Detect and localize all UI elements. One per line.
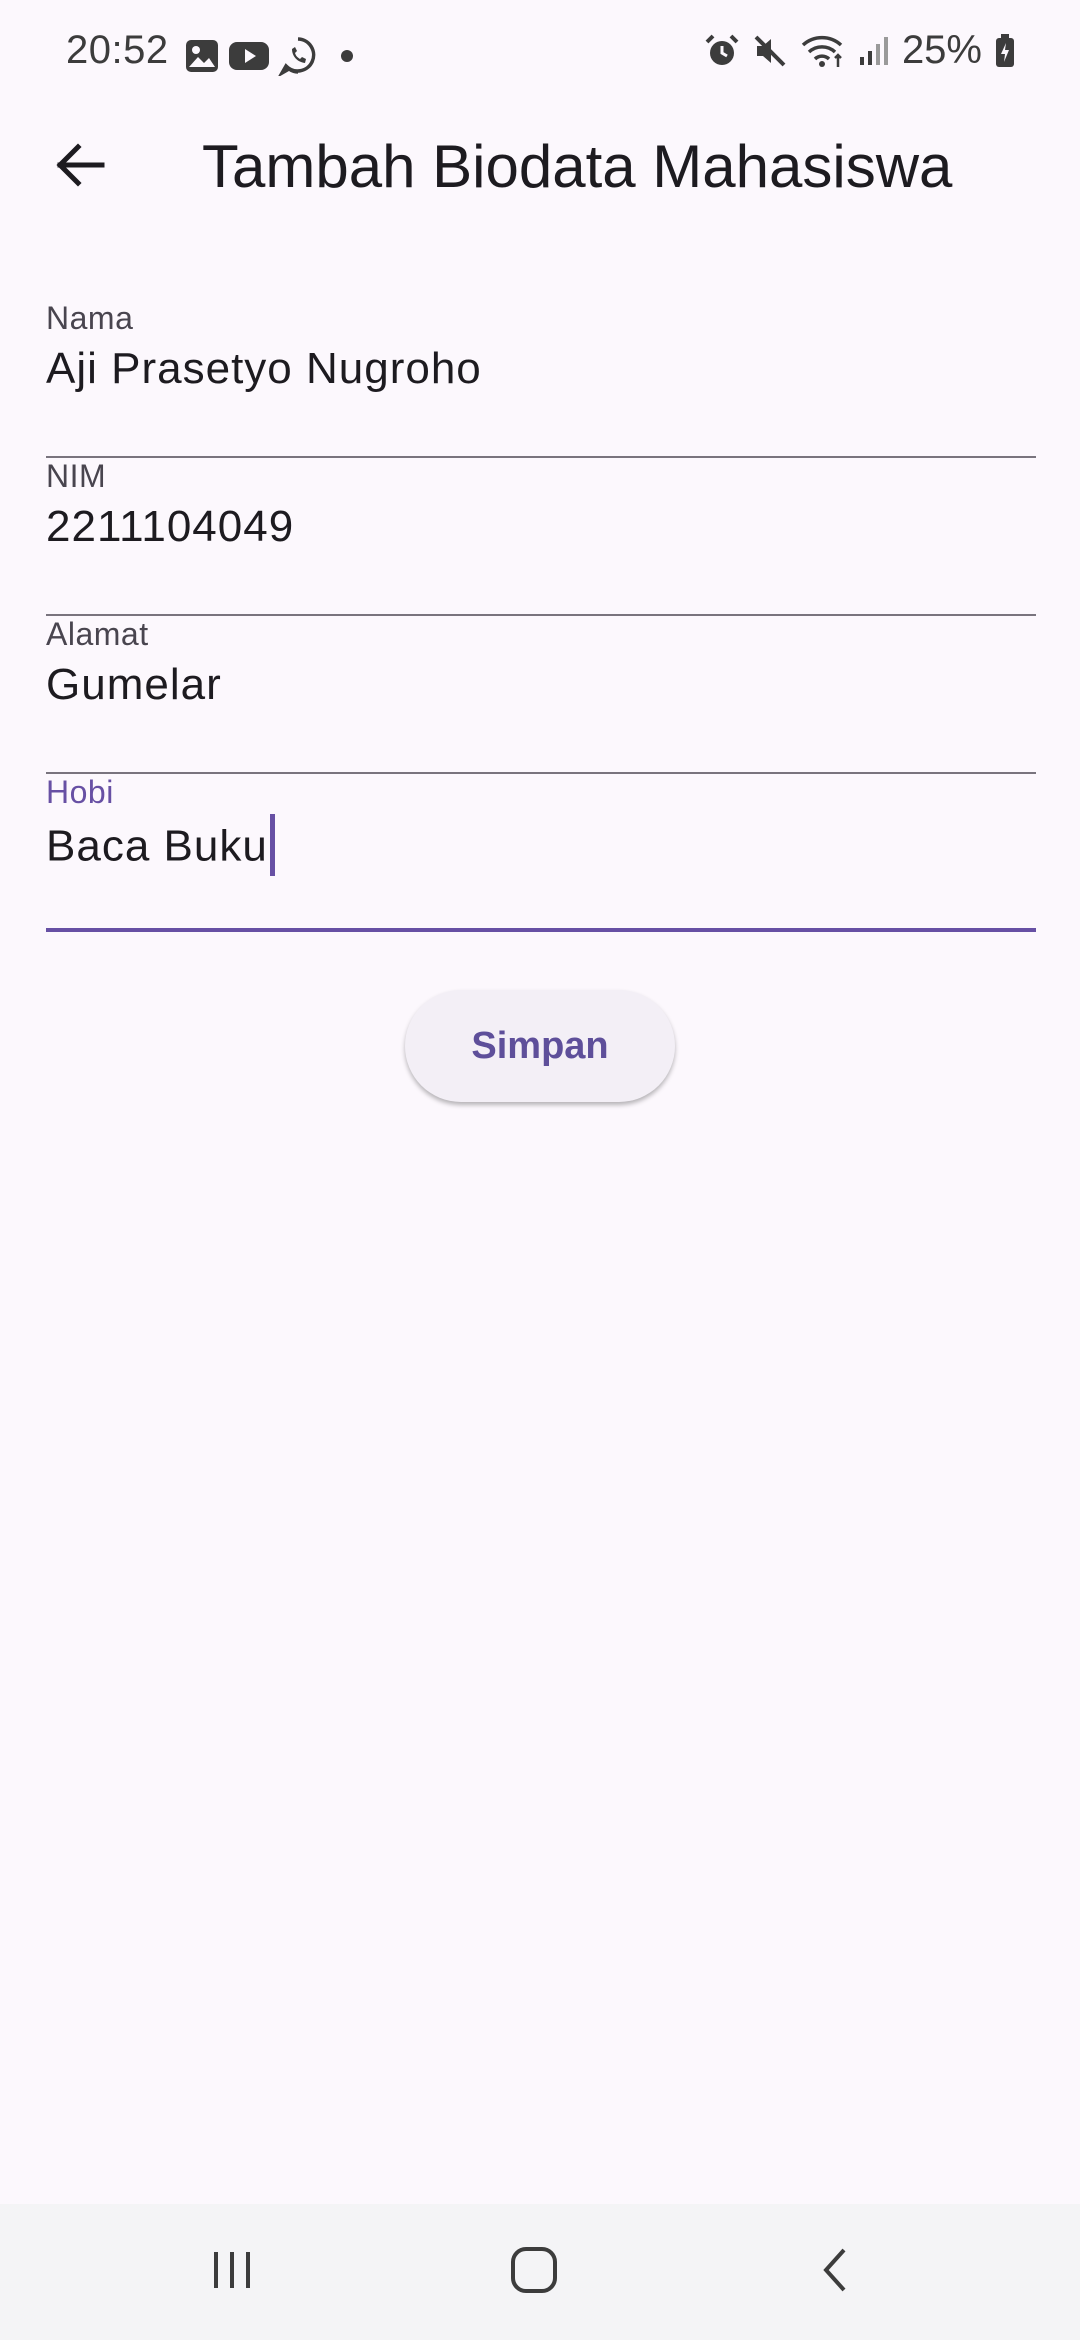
gallery-icon <box>184 38 220 74</box>
text-cursor <box>269 814 275 876</box>
system-nav-bar <box>0 2204 1080 2340</box>
back-icon <box>812 2246 860 2299</box>
signal-icon <box>858 33 890 69</box>
nim-field[interactable]: NIM 2211104049 <box>46 458 1036 616</box>
nama-field[interactable]: Nama Aji Prasetyo Nugroho <box>46 300 1036 458</box>
battery-percentage: 25% <box>901 28 982 72</box>
recents-icon <box>208 2246 256 2299</box>
hobi-input-wrapper[interactable]: Baca Buku <box>46 814 275 880</box>
alarm-icon <box>704 33 740 69</box>
hobi-underline <box>46 928 1036 932</box>
arrow-back-icon <box>54 139 106 196</box>
recents-button[interactable] <box>172 2224 292 2320</box>
nim-label: NIM <box>46 458 107 494</box>
alamat-input[interactable]: Gumelar <box>46 660 222 710</box>
page-title: Tambah Biodata Mahasiswa <box>202 133 953 200</box>
home-button[interactable] <box>474 2224 594 2320</box>
save-button[interactable]: Simpan <box>405 990 675 1102</box>
hobi-input[interactable]: Baca Buku <box>46 822 268 871</box>
status-left-icons <box>184 36 354 76</box>
nav-back-button[interactable] <box>776 2224 896 2320</box>
status-right: 25% <box>704 28 1016 73</box>
youtube-icon <box>228 38 270 74</box>
screen: 20:52 25% Tambah Biodata Mahasiswa Nama … <box>0 0 1080 2340</box>
nama-label: Nama <box>46 300 134 336</box>
hobi-field[interactable]: Hobi Baca Buku <box>46 774 1036 932</box>
alamat-field[interactable]: Alamat Gumelar <box>46 616 1036 774</box>
whatsapp-icon <box>278 36 318 76</box>
status-bar: 20:52 25% <box>0 0 1080 112</box>
home-icon <box>509 2245 559 2300</box>
hobi-label: Hobi <box>46 774 114 810</box>
status-time: 20:52 <box>66 28 169 72</box>
dot-icon <box>340 49 354 63</box>
app-bar: Tambah Biodata Mahasiswa <box>0 112 1080 222</box>
back-button[interactable] <box>40 127 120 207</box>
mute-icon <box>752 33 788 69</box>
wifi-icon <box>800 33 846 69</box>
battery-icon <box>994 33 1016 69</box>
alamat-label: Alamat <box>46 616 149 652</box>
nama-input[interactable]: Aji Prasetyo Nugroho <box>46 344 482 394</box>
nim-input[interactable]: 2211104049 <box>46 502 294 552</box>
